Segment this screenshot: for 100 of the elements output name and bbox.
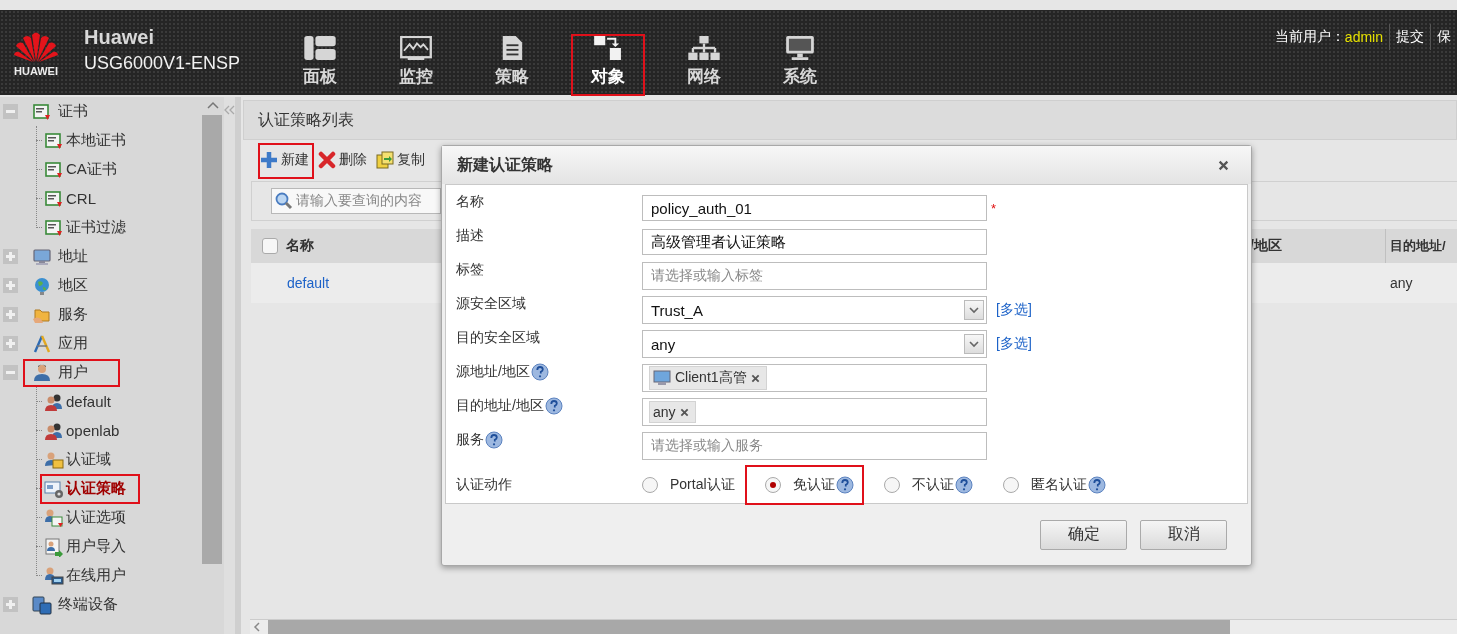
field-label: 源安全区域 bbox=[456, 295, 526, 313]
settings-card-icon bbox=[44, 478, 64, 499]
help-icon[interactable] bbox=[1087, 476, 1106, 494]
toolbar-button[interactable]: 新建 bbox=[258, 143, 314, 179]
help-icon[interactable] bbox=[544, 397, 563, 415]
nav-tab[interactable]: 策略 bbox=[475, 34, 549, 96]
dropdown-field[interactable]: any bbox=[642, 330, 987, 358]
remove-icon[interactable] bbox=[679, 407, 689, 417]
required-mark: * bbox=[991, 201, 997, 216]
text-field[interactable]: 高级管理者认证策略 bbox=[642, 229, 987, 255]
tag-chip[interactable]: any bbox=[649, 401, 696, 423]
tree-item[interactable]: default bbox=[40, 386, 126, 417]
text-field[interactable]: policy_auth_01 bbox=[642, 195, 987, 221]
tree-item[interactable]: 终端设备 bbox=[23, 590, 150, 619]
radio-button[interactable] bbox=[1002, 477, 1019, 493]
tree-item[interactable]: 认证策略 bbox=[40, 473, 140, 504]
option-label: 不认证 bbox=[911, 476, 954, 494]
close-icon[interactable] bbox=[1218, 159, 1229, 171]
tree-item[interactable]: 证书 bbox=[23, 97, 120, 126]
radio-option[interactable]: 免认证 bbox=[744, 465, 864, 505]
help-icon[interactable] bbox=[485, 431, 503, 449]
tree-item[interactable]: 认证选项 bbox=[40, 502, 140, 533]
nav-tab[interactable]: 网络 bbox=[667, 34, 741, 96]
text-field[interactable]: 请选择或输入标签 bbox=[642, 262, 987, 290]
toolbar-button[interactable]: 复制 bbox=[374, 143, 430, 179]
tree-item[interactable]: 认证域 bbox=[40, 444, 125, 475]
devices-icon bbox=[32, 594, 52, 615]
radio-button[interactable] bbox=[883, 477, 900, 493]
monitor-icon bbox=[32, 246, 52, 267]
caret-icon bbox=[969, 340, 979, 348]
scroll-left-icon[interactable] bbox=[253, 622, 261, 632]
nav-tab[interactable]: 对象 bbox=[571, 34, 645, 96]
tree-item[interactable]: 证书过滤 bbox=[40, 212, 140, 243]
option-label: 匿名认证 bbox=[1030, 476, 1087, 494]
toolbar-button[interactable]: 删除 bbox=[316, 143, 372, 179]
text-field[interactable]: 请选择或输入服务 bbox=[642, 432, 987, 460]
column-header[interactable]: 名称 bbox=[286, 237, 314, 255]
expand-toggle[interactable] bbox=[3, 307, 18, 322]
column-header[interactable]: 目的地址/ bbox=[1385, 229, 1457, 263]
scrollbar-thumb[interactable] bbox=[202, 115, 222, 564]
help-icon[interactable] bbox=[530, 363, 549, 381]
certificate-icon bbox=[44, 159, 64, 180]
expand-toggle[interactable] bbox=[3, 597, 18, 612]
select-all-checkbox[interactable] bbox=[262, 238, 278, 254]
help-icon[interactable] bbox=[954, 476, 973, 494]
tree-item[interactable]: 地址 bbox=[23, 242, 120, 271]
tree-item[interactable]: 本地证书 bbox=[40, 125, 140, 156]
multi-select-link[interactable]: [多选] bbox=[996, 335, 1032, 351]
tree-item[interactable]: 在线用户 bbox=[40, 560, 140, 591]
tag-field[interactable]: any bbox=[642, 398, 987, 426]
expand-toggle[interactable] bbox=[3, 249, 18, 264]
dropdown-field[interactable]: Trust_A bbox=[642, 296, 987, 324]
expand-toggle[interactable] bbox=[3, 336, 18, 351]
tree-item[interactable]: 用户导入 bbox=[40, 531, 140, 562]
field-label: 名称 bbox=[456, 193, 484, 211]
collapse-icon[interactable] bbox=[224, 105, 235, 115]
dialog-button[interactable]: 确定 bbox=[1040, 519, 1127, 550]
tree-item[interactable]: openlab bbox=[40, 415, 134, 446]
expand-toggle[interactable] bbox=[3, 278, 18, 293]
tree-item[interactable]: 地区 bbox=[23, 271, 120, 300]
header-action[interactable]: 保 bbox=[1430, 24, 1457, 50]
search-field[interactable]: 请输入要查询的内容 bbox=[271, 188, 441, 214]
remove-icon[interactable] bbox=[750, 373, 760, 383]
option-label: Portal认证 bbox=[670, 476, 735, 494]
field-label: 描述 bbox=[456, 227, 484, 245]
radio-button[interactable] bbox=[764, 477, 781, 493]
search-icon bbox=[275, 192, 293, 210]
field-label: 标签 bbox=[456, 261, 484, 279]
scroll-up-icon[interactable] bbox=[207, 101, 219, 109]
tree-item[interactable]: CRL bbox=[40, 183, 110, 214]
option-label: 免认证 bbox=[792, 476, 835, 494]
radio-option[interactable]: Portal认证 bbox=[622, 465, 745, 505]
header-action[interactable]: 提交 bbox=[1389, 24, 1430, 50]
dialog-button[interactable]: 取消 bbox=[1140, 519, 1227, 550]
tree-item[interactable]: CA证书 bbox=[40, 154, 131, 185]
radio-option[interactable]: 不认证 bbox=[863, 465, 983, 505]
scrollbar-thumb[interactable] bbox=[268, 620, 1230, 634]
tree-item[interactable]: 服务 bbox=[23, 300, 120, 329]
radio-button[interactable] bbox=[642, 477, 658, 493]
user-import-icon bbox=[44, 536, 64, 557]
tree-item[interactable]: 用户 bbox=[23, 358, 120, 387]
tag-field[interactable]: Client1高管 bbox=[642, 364, 987, 392]
tag-chip[interactable]: Client1高管 bbox=[649, 366, 767, 390]
copy-icon bbox=[376, 151, 394, 169]
policy-link[interactable]: default bbox=[287, 275, 330, 291]
nav-tab[interactable]: 监控 bbox=[379, 34, 453, 96]
tree-item[interactable]: 应用 bbox=[23, 329, 120, 358]
nav-tab[interactable]: 面板 bbox=[283, 34, 357, 96]
help-icon[interactable] bbox=[835, 476, 854, 494]
nav-tab[interactable]: 系统 bbox=[763, 34, 837, 96]
compass-icon bbox=[32, 333, 52, 354]
field-label: 服务 bbox=[456, 431, 484, 449]
logo-text: HUAWEI bbox=[14, 64, 58, 77]
dialog-title: 新建认证策略 bbox=[457, 154, 553, 175]
multi-select-link[interactable]: [多选] bbox=[996, 301, 1032, 317]
user-monitor-icon bbox=[44, 565, 64, 586]
radio-option[interactable]: 匿名认证 bbox=[982, 465, 1116, 505]
certificate-icon bbox=[44, 130, 64, 151]
collapse-toggle[interactable] bbox=[3, 104, 18, 119]
collapse-toggle[interactable] bbox=[3, 365, 18, 380]
